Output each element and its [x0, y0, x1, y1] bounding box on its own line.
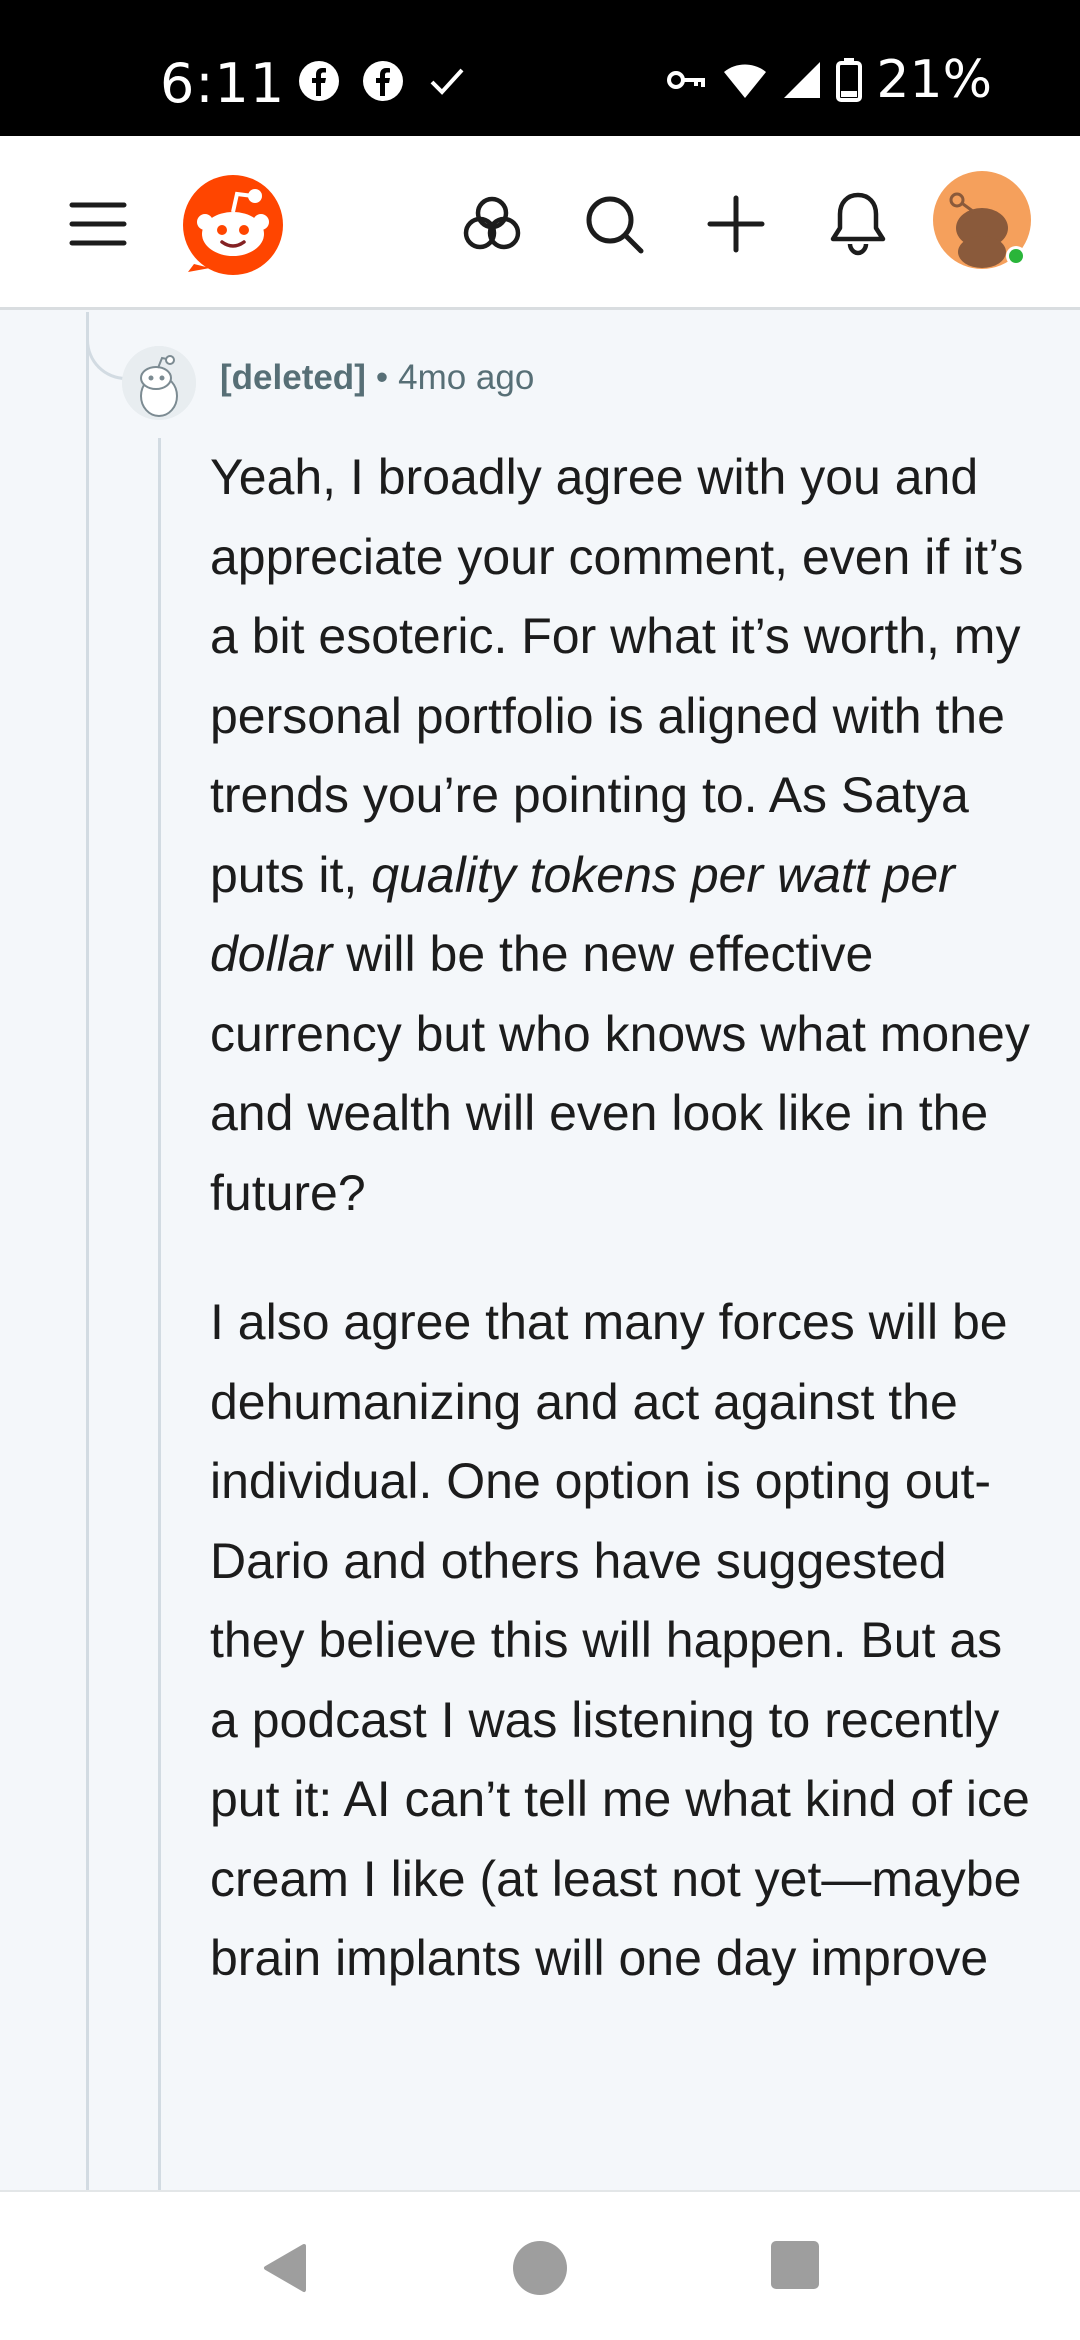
- notifications-icon: [830, 192, 886, 256]
- menu-button[interactable]: [62, 188, 134, 260]
- notification-icons: [298, 60, 468, 102]
- app-header: [0, 136, 1080, 310]
- create-post-button[interactable]: [700, 188, 772, 260]
- commenter-avatar[interactable]: [122, 346, 196, 420]
- recents-icon: [771, 2241, 819, 2289]
- home-icon: [513, 2241, 567, 2295]
- back-button[interactable]: [256, 2240, 312, 2301]
- facebook-icon: [363, 61, 403, 101]
- comment-timestamp: 4mo ago: [398, 358, 535, 397]
- system-navigation-bar: [0, 2190, 1080, 2340]
- battery-icon: [836, 58, 863, 102]
- comment-body: Yeah, I broadly agree with you and appre…: [210, 438, 1030, 2049]
- popular-button[interactable]: [456, 188, 528, 260]
- check-icon: [430, 68, 464, 95]
- search-button[interactable]: [578, 188, 650, 260]
- system-icons: 21%: [664, 50, 992, 110]
- status-bar: 6:11 21%: [0, 0, 1080, 136]
- comment-thread: [deleted] • 4mo ago Yeah, I broadly agre…: [0, 312, 1080, 2190]
- meta-separator: •: [375, 358, 389, 397]
- reddit-logo: [183, 175, 283, 275]
- popular-icon: [463, 196, 521, 250]
- home-button[interactable]: [512, 2240, 568, 2301]
- facebook-icon: [299, 61, 339, 101]
- battery-percentage: 21%: [876, 50, 992, 110]
- deleted-user-avatar-icon: [122, 346, 196, 420]
- vpn-key-icon: [667, 71, 706, 89]
- comment-meta: [deleted] • 4mo ago: [220, 358, 534, 398]
- menu-icon: [69, 202, 127, 246]
- create-post-icon: [707, 195, 765, 253]
- wifi-icon: [724, 64, 767, 98]
- signal-icon: [784, 62, 821, 98]
- thread-line: [86, 312, 89, 2190]
- comment-paragraph: I also agree that many forces will be de…: [210, 1294, 1030, 1986]
- user-avatar-button[interactable]: [932, 170, 1032, 270]
- notifications-button[interactable]: [822, 186, 894, 262]
- search-icon: [586, 196, 644, 254]
- thread-line-collapse[interactable]: [158, 438, 161, 2190]
- user-avatar: [933, 171, 1031, 269]
- recents-button[interactable]: [770, 2240, 820, 2295]
- comment-author[interactable]: [deleted]: [220, 358, 366, 398]
- reddit-home-button[interactable]: [180, 172, 286, 278]
- comment-paragraph: Yeah, I broadly agree with you and appre…: [210, 449, 1030, 1221]
- back-icon: [264, 2244, 306, 2292]
- status-time: 6:11: [160, 52, 286, 115]
